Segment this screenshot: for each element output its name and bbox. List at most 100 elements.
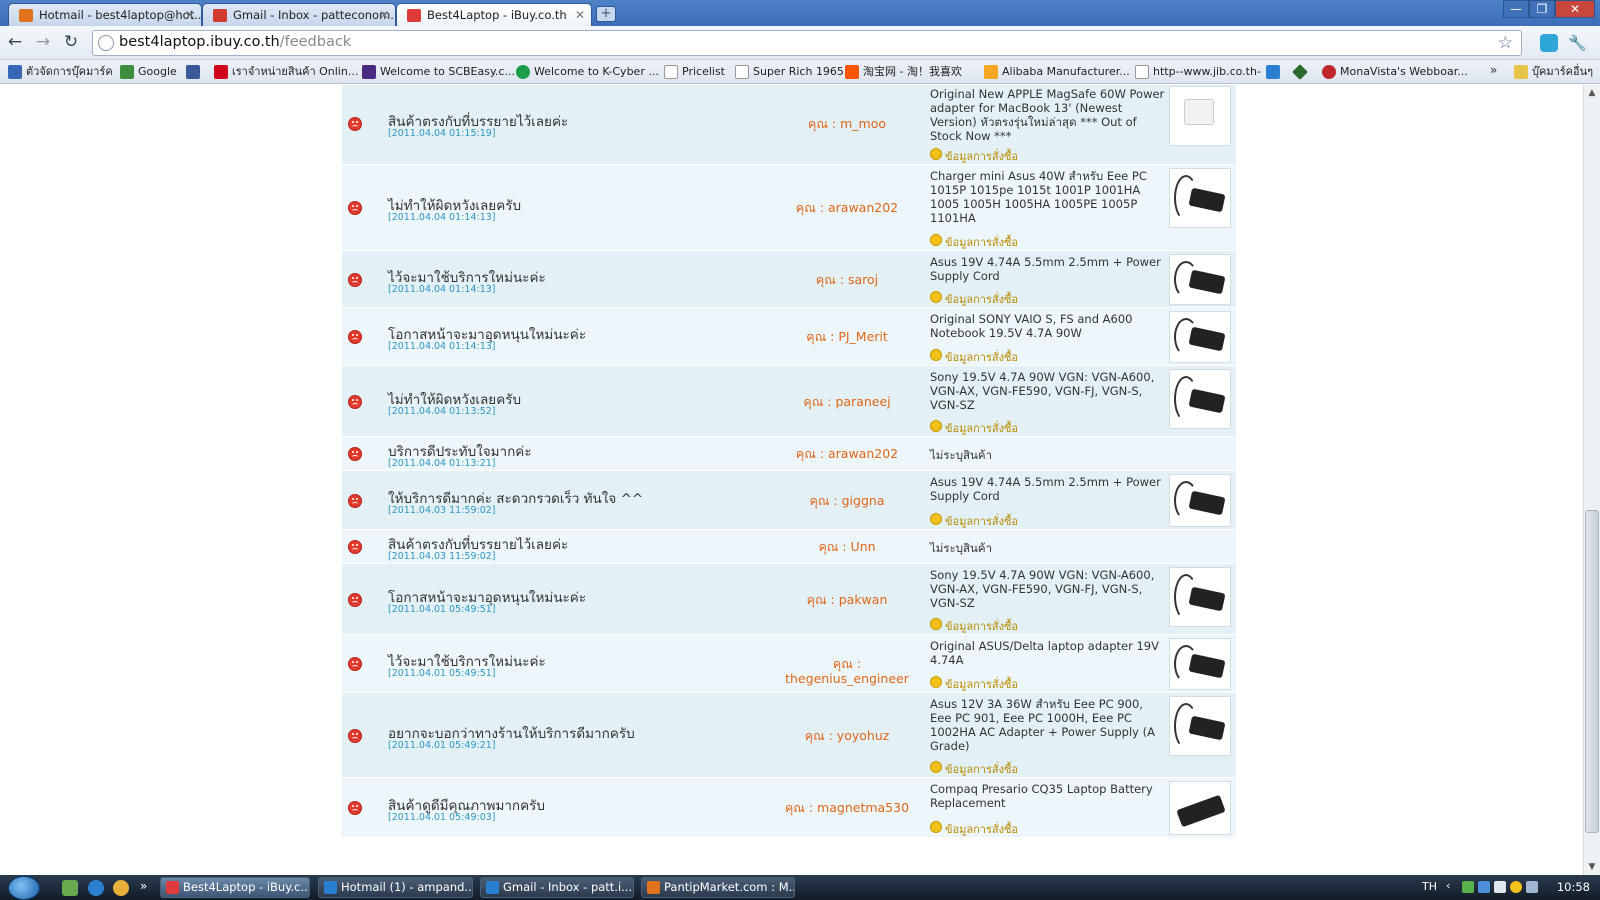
tab-close-icon[interactable]: ✕: [185, 4, 195, 26]
product-name[interactable]: Sony 19.5V 4.7A 90W VGN: VGN-A600, VGN-A…: [930, 370, 1165, 412]
order-info-link[interactable]: ข้อมูลการสั่งซื้อ: [930, 147, 1018, 165]
order-info-link[interactable]: ข้อมูลการสั่งซื้อ: [930, 512, 1018, 530]
network-icon[interactable]: [1462, 881, 1474, 893]
minimize-button[interactable]: —: [1503, 0, 1529, 18]
bookmarks-overflow-button[interactable]: »: [1490, 63, 1497, 77]
buyer-name[interactable]: คุณ : arawan202: [772, 446, 922, 461]
order-info-link[interactable]: ข้อมูลการสั่งซื้อ: [930, 290, 1018, 308]
order-info-link[interactable]: ข้อมูลการสั่งซื้อ: [930, 675, 1018, 693]
buyer-name[interactable]: คุณ : yoyohuz: [772, 728, 922, 743]
bookmark-star-icon[interactable]: ☆: [1498, 33, 1513, 53]
product-name[interactable]: Charger mini Asus 40W สำหรับ Eee PC 1015…: [930, 169, 1165, 225]
product-thumbnail[interactable]: [1169, 311, 1231, 363]
bookmark-jib[interactable]: http--www.jib.co.th-: [1135, 64, 1261, 80]
order-info-icon: [930, 349, 942, 361]
buyer-name[interactable]: คุณ : magnetma530: [772, 800, 922, 815]
product-name[interactable]: Asus 19V 4.74A 5.5mm 2.5mm + Power Suppl…: [930, 475, 1165, 503]
buyer-name[interactable]: คุณ : arawan202: [772, 200, 922, 215]
order-info-link[interactable]: ข้อมูลการสั่งซื้อ: [930, 820, 1018, 838]
emoticon-icon[interactable]: [1510, 881, 1522, 893]
bookmark-diamond[interactable]: [1292, 64, 1311, 80]
tab-close-icon[interactable]: ✕: [575, 4, 585, 26]
internet-explorer-icon[interactable]: [88, 880, 104, 896]
chrome-icon[interactable]: [113, 880, 129, 896]
new-tab-button[interactable]: +: [596, 6, 616, 22]
bookmark-taobao[interactable]: 淘宝网 - 淘！我喜欢: [845, 64, 962, 80]
quicklaunch-overflow-icon[interactable]: »: [140, 879, 147, 893]
restore-button[interactable]: ❐: [1529, 0, 1555, 18]
product-name[interactable]: Compaq Presario CQ35 Laptop Battery Repl…: [930, 782, 1165, 810]
product-thumbnail[interactable]: [1169, 696, 1231, 756]
bookmark-label: MonaVista's Webboar...: [1340, 65, 1468, 78]
bookmark-facebook[interactable]: [186, 64, 204, 80]
scroll-up-button[interactable]: ▲: [1585, 86, 1599, 100]
product-name[interactable]: Original New APPLE MagSafe 60W Power ada…: [930, 87, 1165, 143]
close-window-button[interactable]: ✕: [1555, 0, 1595, 18]
tray-expand-icon[interactable]: ‹: [1446, 879, 1450, 892]
back-button[interactable]: ←: [4, 32, 26, 54]
scroll-down-button[interactable]: ▼: [1585, 860, 1599, 874]
globe-icon: [98, 35, 114, 51]
tab-best4laptop[interactable]: Best4Laptop - iBuy.co.th ✕: [396, 3, 592, 26]
bookmark-scbeasy[interactable]: Welcome to SCBEasy.c...: [362, 64, 515, 80]
product-thumbnail[interactable]: [1169, 86, 1231, 146]
language-indicator[interactable]: TH: [1422, 880, 1437, 893]
reload-button[interactable]: ↻: [60, 32, 82, 54]
other-bookmarks[interactable]: บุ๊คมาร์คอื่นๆ: [1514, 64, 1593, 80]
wrench-icon[interactable]: 🔧: [1568, 34, 1587, 52]
product-name[interactable]: Asus 19V 4.74A 5.5mm 2.5mm + Power Suppl…: [930, 255, 1165, 283]
buyer-name[interactable]: คุณ : saroj: [772, 272, 922, 287]
volume-icon[interactable]: [1526, 881, 1538, 893]
bookmark-kcyber[interactable]: Welcome to K-Cyber ...: [516, 64, 659, 80]
address-bar[interactable]: best4laptop.ibuy.co.th/feedback ☆: [92, 30, 1522, 56]
users-icon[interactable]: [1478, 881, 1490, 893]
tab-close-icon[interactable]: ✕: [379, 4, 389, 26]
product-thumbnail[interactable]: [1169, 781, 1231, 835]
product-name[interactable]: Original SONY VAIO S, FS and A600 Notebo…: [930, 312, 1165, 340]
task-best4laptop[interactable]: Best4Laptop - iBuy.c...: [160, 877, 310, 898]
buyer-name[interactable]: คุณ : Unn: [772, 539, 922, 554]
browser-toolbar: ← → ↻ best4laptop.ibuy.co.th/feedback ☆ …: [0, 26, 1600, 60]
buyer-name[interactable]: คุณ : paraneej: [772, 394, 922, 409]
buyer-name[interactable]: คุณ : giggna: [772, 493, 922, 508]
product-thumbnail[interactable]: [1169, 254, 1231, 305]
product-name[interactable]: Sony 19.5V 4.7A 90W VGN: VGN-A600, VGN-A…: [930, 568, 1165, 610]
task-hotmail[interactable]: Hotmail (1) - ampand...: [318, 877, 473, 898]
bookmark-superrich[interactable]: Super Rich 1965: [735, 64, 844, 80]
product-name[interactable]: Original ASUS/Delta laptop adapter 19V 4…: [930, 639, 1165, 667]
start-button[interactable]: [8, 876, 40, 900]
show-desktop-icon[interactable]: [62, 880, 78, 896]
bookmark-manager[interactable]: ตัวจัดการบุ๊คมาร์ค: [8, 64, 113, 80]
order-info-link[interactable]: ข้อมูลการสั่งซื้อ: [930, 419, 1018, 437]
buyer-name[interactable]: คุณ : m_moo: [772, 116, 922, 131]
bookmark-alibaba[interactable]: Alibaba Manufacturer...: [984, 64, 1130, 80]
scroll-thumb[interactable]: [1585, 510, 1599, 833]
product-thumbnail[interactable]: [1169, 369, 1231, 429]
forward-button[interactable]: →: [32, 32, 54, 54]
bookmark-pricelist[interactable]: Pricelist: [664, 64, 725, 80]
bookmark-monavista[interactable]: MonaVista's Webboar...: [1322, 64, 1468, 80]
order-info-link[interactable]: ข้อมูลการสั่งซื้อ: [930, 760, 1018, 778]
product-thumbnail[interactable]: [1169, 638, 1231, 690]
order-info-link[interactable]: ข้อมูลการสั่งซื้อ: [930, 348, 1018, 366]
product-thumbnail[interactable]: [1169, 474, 1231, 527]
buyer-name[interactable]: คุณ : pakwan: [772, 592, 922, 607]
order-info-link[interactable]: ข้อมูลการสั่งซื้อ: [930, 617, 1018, 635]
bookmark-label: Welcome to K-Cyber ...: [534, 65, 659, 78]
bookmark-true[interactable]: เราจำหน่ายสินค้า Onlin...: [214, 64, 358, 80]
chat-icon[interactable]: [1494, 881, 1506, 893]
task-gmail[interactable]: Gmail - Inbox - patt.i...: [480, 877, 634, 898]
product-name[interactable]: Asus 12V 3A 36W สำหรับ Eee PC 900, Eee P…: [930, 697, 1165, 753]
vertical-scrollbar[interactable]: ▲ ▼: [1583, 85, 1600, 875]
product-thumbnail[interactable]: [1169, 567, 1231, 627]
bookmark-google[interactable]: Google: [120, 64, 177, 80]
tab-hotmail[interactable]: Hotmail - best4laptop@hot... ✕: [8, 3, 202, 26]
task-pantipmarket[interactable]: PantipMarket.com : M...: [641, 877, 795, 898]
buyer-name[interactable]: คุณ : PJ_Merit: [772, 329, 922, 344]
order-info-link[interactable]: ข้อมูลการสั่งซื้อ: [930, 233, 1018, 251]
product-thumbnail[interactable]: [1169, 168, 1231, 228]
tab-gmail[interactable]: Gmail - Inbox - patteconom... ✕: [202, 3, 396, 26]
extension-icon[interactable]: [1540, 34, 1558, 52]
bookmark-flame[interactable]: [1266, 64, 1284, 80]
buyer-name[interactable]: คุณ : thegenius_engineer: [772, 656, 922, 686]
